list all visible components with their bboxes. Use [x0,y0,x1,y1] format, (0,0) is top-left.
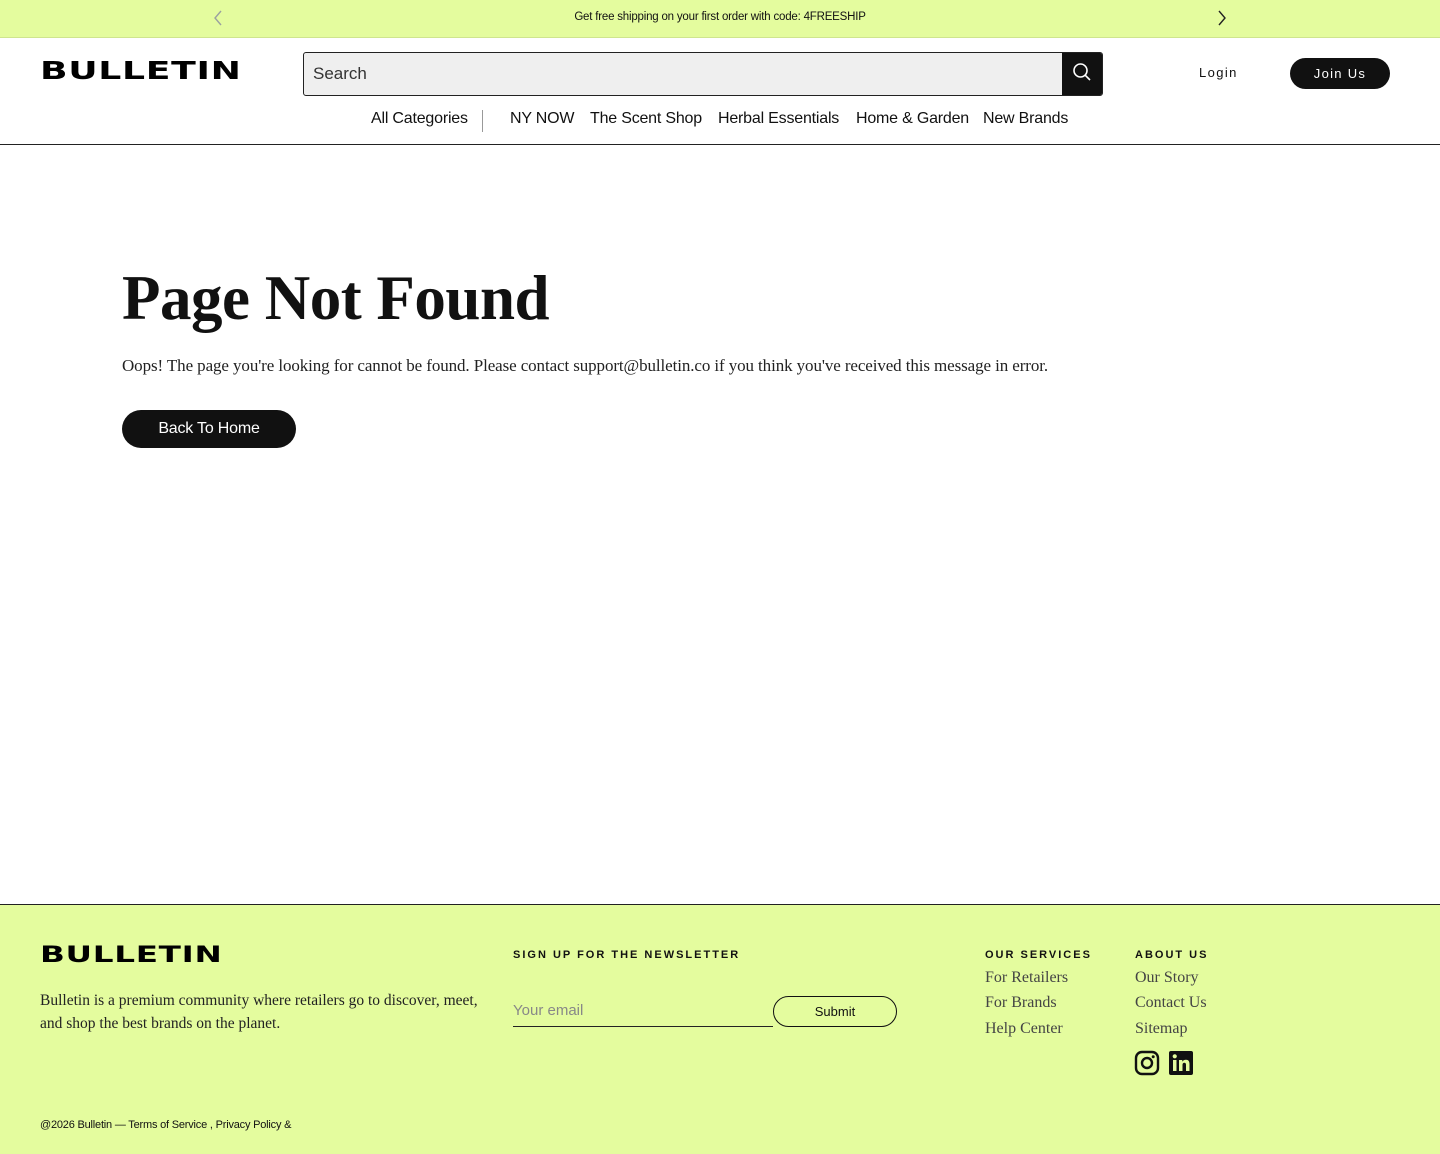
linkedin-icon[interactable] [1168,1050,1194,1076]
footer-link-contact-us[interactable]: Contact Us [1135,994,1207,1012]
nav-scent-shop[interactable]: The Scent Shop [590,110,702,128]
search-button[interactable] [1062,53,1102,95]
terms-of-service-link[interactable]: Terms of Service [128,1119,207,1131]
nav-new-brands[interactable]: New Brands [983,110,1068,128]
page-title: Page Not Found [122,263,550,333]
newsletter-email-input[interactable] [513,994,773,1027]
footer-description: Bulletin is a premium community where re… [40,992,478,1032]
footer-link-help-center[interactable]: Help Center [985,1020,1063,1038]
search-icon [1072,62,1092,87]
nav-all-categories[interactable]: All Categories [371,110,468,128]
footer-link-for-brands[interactable]: For Brands [985,994,1057,1012]
copyright: @2026 Bulletin — Terms of Service , Priv… [40,1119,291,1131]
privacy-policy-link[interactable]: Privacy Policy & [216,1119,292,1131]
about-heading: ABOUT US [1135,949,1209,961]
newsletter-submit-button[interactable]: Submit [773,996,897,1027]
services-heading: OUR SERVICES [985,949,1092,961]
copyright-separator: , [207,1119,216,1131]
nav-home-garden[interactable]: Home & Garden [856,110,969,128]
search-input[interactable] [304,53,1062,95]
newsletter-heading: SIGN UP FOR THE NEWSLETTER [513,949,741,961]
nav-divider [482,110,483,132]
site-footer: BULLETIN Bulletin is a premium community… [0,904,1440,1154]
site-header: BULLETIN Login Join Us All Categories NY… [0,38,1440,145]
footer-logo[interactable]: BULLETIN [40,942,222,968]
chevron-right-icon[interactable] [1213,9,1231,27]
join-us-button[interactable]: Join Us [1290,58,1390,89]
error-message: Oops! The page you're looking for cannot… [122,356,1048,375]
instagram-icon[interactable] [1134,1050,1160,1076]
footer-link-for-retailers[interactable]: For Retailers [985,969,1068,987]
logo[interactable]: BULLETIN [40,57,242,86]
back-to-home-button[interactable]: Back To Home [122,410,296,448]
search-bar [303,52,1103,96]
login-link[interactable]: Login [1199,65,1238,80]
footer-link-our-story[interactable]: Our Story [1135,969,1199,987]
nav-ny-now[interactable]: NY NOW [510,110,574,128]
footer-link-sitemap[interactable]: Sitemap [1135,1020,1187,1038]
announcement-bar: Get free shipping on your first order wi… [0,0,1440,38]
nav-herbal-essentials[interactable]: Herbal Essentials [718,110,839,128]
copyright-text: @2026 Bulletin — [40,1119,129,1131]
